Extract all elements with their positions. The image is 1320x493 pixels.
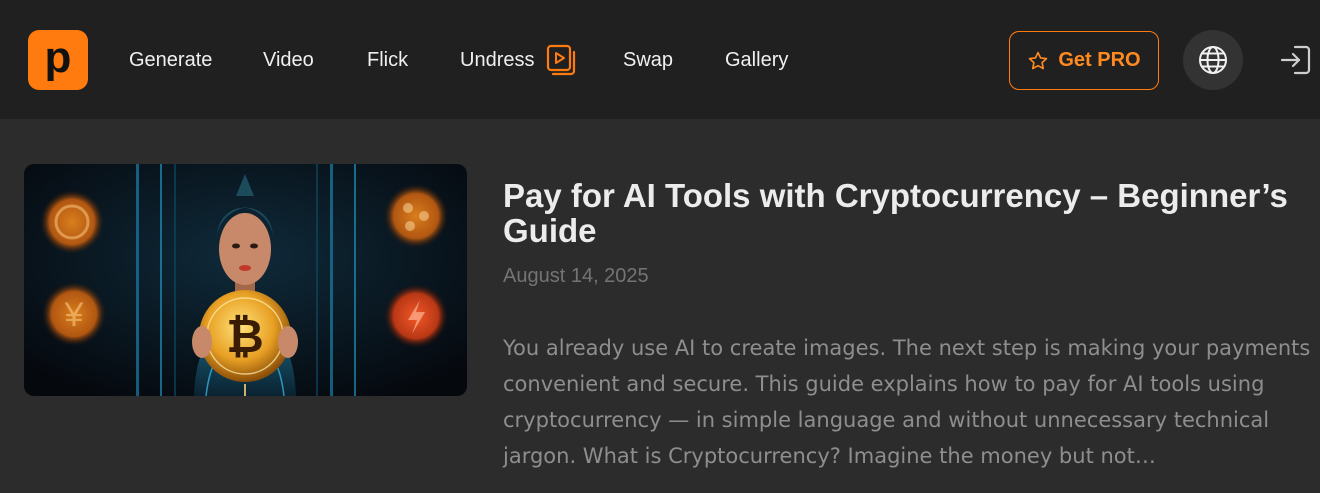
article-title[interactable]: Pay for AI Tools with Cryptocurrency – B… xyxy=(503,178,1320,248)
article-illustration: ¥ ₿ xyxy=(24,164,467,396)
nav-flick[interactable]: Flick xyxy=(367,48,408,72)
language-button[interactable] xyxy=(1183,30,1243,90)
article-excerpt: You already use AI to create images. The… xyxy=(503,336,1311,468)
article-date: August 14, 2025 xyxy=(503,265,649,287)
nav-swap[interactable]: Swap xyxy=(623,48,673,72)
nav-gallery[interactable]: Gallery xyxy=(725,48,788,72)
globe-icon xyxy=(1199,46,1227,74)
article-card: ¥ ₿ Pay for AI Tools with Cryptocurrency… xyxy=(24,164,1320,493)
star-icon xyxy=(1029,51,1048,69)
article-thumbnail[interactable]: ¥ ₿ xyxy=(24,164,467,396)
nav-video[interactable]: Video xyxy=(263,48,314,72)
bitcoin-symbol: ₿ xyxy=(226,310,264,362)
nav-undress[interactable]: Undress xyxy=(460,48,534,72)
get-pro-button[interactable]: Get PRO xyxy=(1009,31,1159,90)
nav-generate[interactable]: Generate xyxy=(129,48,212,72)
logo-letter: p xyxy=(45,33,72,82)
logo-icon[interactable]: p xyxy=(28,30,88,90)
top-navbar: p Generate Video Flick Undress Swap Gall… xyxy=(0,0,1320,119)
yen-symbol: ¥ xyxy=(64,296,84,334)
login-icon[interactable] xyxy=(1278,42,1314,78)
video-play-icon[interactable] xyxy=(545,44,577,76)
get-pro-label: Get PRO xyxy=(1058,49,1141,71)
